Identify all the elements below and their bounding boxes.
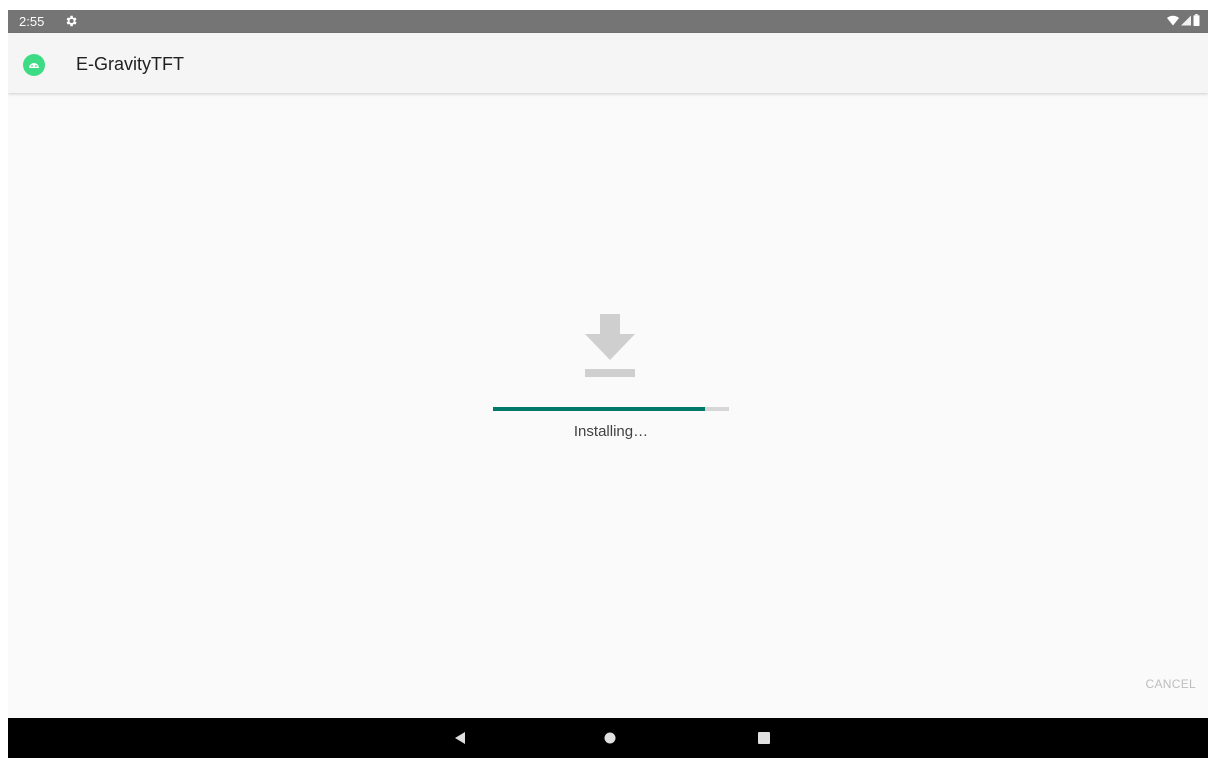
battery-icon xyxy=(1193,14,1200,26)
download-icon xyxy=(585,314,635,377)
android-app-icon xyxy=(23,54,45,76)
status-time: 2:55 xyxy=(19,14,45,29)
status-bar: 2:55 xyxy=(8,10,1208,33)
cell-signal-icon xyxy=(1181,15,1191,25)
cancel-button[interactable]: CANCEL xyxy=(1146,677,1196,691)
app-title: E-GravityTFT xyxy=(76,54,184,74)
navigation-bar xyxy=(8,718,1208,758)
gear-icon xyxy=(66,15,77,27)
install-status-text: Installing… xyxy=(573,423,649,440)
back-icon[interactable] xyxy=(450,730,470,746)
screen: 2:55 E-GravityTFT Installing… CANCEL xyxy=(8,10,1208,758)
install-progress-fill xyxy=(493,407,706,411)
install-progress-bar xyxy=(493,407,729,411)
status-icons xyxy=(1167,14,1200,26)
wifi-icon xyxy=(1167,15,1179,25)
android-head-icon xyxy=(29,63,39,68)
home-icon[interactable] xyxy=(600,730,620,746)
recents-icon[interactable] xyxy=(754,730,774,746)
app-bar: E-GravityTFT xyxy=(8,33,1208,93)
